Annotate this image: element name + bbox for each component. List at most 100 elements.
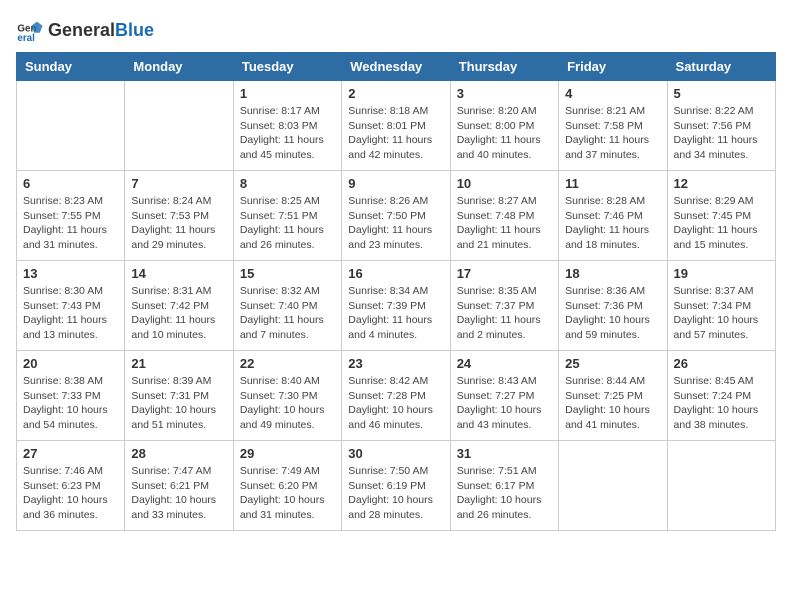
day-cell-24: 24Sunrise: 8:43 AM Sunset: 7:27 PM Dayli… <box>450 351 558 441</box>
calendar-header-row: SundayMondayTuesdayWednesdayThursdayFrid… <box>17 53 776 81</box>
svg-text:eral: eral <box>17 33 35 44</box>
page-header: Gen eral GeneralBlue <box>16 16 776 44</box>
day-number: 27 <box>23 446 118 461</box>
week-row-5: 27 Sunrise: 7:46 AM Sunset: 6:23 PM Dayli… <box>17 441 776 531</box>
day-info: Sunrise: 7:50 AM Sunset: 6:19 PM Dayligh… <box>348 464 443 523</box>
day-cell-31: 31 Sunrise: 7:51 AM Sunset: 6:17 PM Dayli… <box>450 441 558 531</box>
day-info: Sunrise: 8:42 AM Sunset: 7:28 PM Dayligh… <box>348 374 443 433</box>
day-number: 26 <box>674 356 769 371</box>
column-header-wednesday: Wednesday <box>342 53 450 81</box>
day-cell-13: 13Sunrise: 8:30 AM Sunset: 7:43 PM Dayli… <box>17 261 125 351</box>
day-cell-4: 4 Sunrise: 8:21 AM Sunset: 7:58 PM Daylig… <box>559 81 667 171</box>
day-cell-21: 21 Sunrise: 8:39 AM Sunset: 7:31 PM Dayli… <box>125 351 233 441</box>
day-info: Sunrise: 8:25 AM Sunset: 7:51 PM Dayligh… <box>240 194 335 253</box>
calendar-table: SundayMondayTuesdayWednesdayThursdayFrid… <box>16 52 776 531</box>
day-info: Sunrise: 8:37 AM Sunset: 7:34 PM Dayligh… <box>674 284 769 343</box>
day-info: Sunrise: 8:28 AM Sunset: 7:46 PM Dayligh… <box>565 194 660 253</box>
day-cell-22: 22 Sunrise: 8:40 AM Sunset: 7:30 PM Dayli… <box>233 351 341 441</box>
day-info: Sunrise: 8:39 AM Sunset: 7:31 PM Dayligh… <box>131 374 226 433</box>
day-number: 28 <box>131 446 226 461</box>
generalblue-logo-icon: Gen eral <box>16 16 44 44</box>
day-number: 31 <box>457 446 552 461</box>
day-info: Sunrise: 8:40 AM Sunset: 7:30 PM Dayligh… <box>240 374 335 433</box>
day-cell-16: 16 Sunrise: 8:34 AM Sunset: 7:39 PM Dayli… <box>342 261 450 351</box>
day-number: 12 <box>674 176 769 191</box>
column-header-tuesday: Tuesday <box>233 53 341 81</box>
day-number: 16 <box>348 266 443 281</box>
day-info: Sunrise: 8:31 AM Sunset: 7:42 PM Dayligh… <box>131 284 226 343</box>
day-info: Sunrise: 8:34 AM Sunset: 7:39 PM Dayligh… <box>348 284 443 343</box>
day-info: Sunrise: 8:21 AM Sunset: 7:58 PM Dayligh… <box>565 104 660 163</box>
day-cell-26: 26 Sunrise: 8:45 AM Sunset: 7:24 PM Dayli… <box>667 351 775 441</box>
day-info: Sunrise: 8:22 AM Sunset: 7:56 PM Dayligh… <box>674 104 769 163</box>
day-info: Sunrise: 8:29 AM Sunset: 7:45 PM Dayligh… <box>674 194 769 253</box>
empty-cell <box>125 81 233 171</box>
day-number: 22 <box>240 356 335 371</box>
column-header-friday: Friday <box>559 53 667 81</box>
day-number: 3 <box>457 86 552 101</box>
day-number: 23 <box>348 356 443 371</box>
day-number: 24 <box>457 356 552 371</box>
day-cell-1: 1 Sunrise: 8:17 AM Sunset: 8:03 PM Daylig… <box>233 81 341 171</box>
day-info: Sunrise: 7:49 AM Sunset: 6:20 PM Dayligh… <box>240 464 335 523</box>
day-info: Sunrise: 8:36 AM Sunset: 7:36 PM Dayligh… <box>565 284 660 343</box>
day-number: 2 <box>348 86 443 101</box>
day-cell-14: 14 Sunrise: 8:31 AM Sunset: 7:42 PM Dayli… <box>125 261 233 351</box>
day-info: Sunrise: 8:27 AM Sunset: 7:48 PM Dayligh… <box>457 194 552 253</box>
day-cell-30: 30 Sunrise: 7:50 AM Sunset: 6:19 PM Dayli… <box>342 441 450 531</box>
day-number: 25 <box>565 356 660 371</box>
day-cell-9: 9 Sunrise: 8:26 AM Sunset: 7:50 PM Daylig… <box>342 171 450 261</box>
logo: Gen eral GeneralBlue <box>16 16 154 44</box>
day-number: 29 <box>240 446 335 461</box>
day-number: 14 <box>131 266 226 281</box>
day-info: Sunrise: 8:24 AM Sunset: 7:53 PM Dayligh… <box>131 194 226 253</box>
day-number: 30 <box>348 446 443 461</box>
day-number: 6 <box>23 176 118 191</box>
day-number: 19 <box>674 266 769 281</box>
day-cell-28: 28 Sunrise: 7:47 AM Sunset: 6:21 PM Dayli… <box>125 441 233 531</box>
logo-general-text: General <box>48 20 115 40</box>
day-number: 10 <box>457 176 552 191</box>
week-row-4: 20 Sunrise: 8:38 AM Sunset: 7:33 PM Dayli… <box>17 351 776 441</box>
column-header-monday: Monday <box>125 53 233 81</box>
day-cell-23: 23 Sunrise: 8:42 AM Sunset: 7:28 PM Dayli… <box>342 351 450 441</box>
day-info: Sunrise: 8:17 AM Sunset: 8:03 PM Dayligh… <box>240 104 335 163</box>
day-number: 1 <box>240 86 335 101</box>
day-cell-17: 17Sunrise: 8:35 AM Sunset: 7:37 PM Dayli… <box>450 261 558 351</box>
day-number: 21 <box>131 356 226 371</box>
day-info: Sunrise: 8:23 AM Sunset: 7:55 PM Dayligh… <box>23 194 118 253</box>
day-cell-6: 6 Sunrise: 8:23 AM Sunset: 7:55 PM Daylig… <box>17 171 125 261</box>
day-info: Sunrise: 7:47 AM Sunset: 6:21 PM Dayligh… <box>131 464 226 523</box>
day-number: 20 <box>23 356 118 371</box>
day-cell-15: 15Sunrise: 8:32 AM Sunset: 7:40 PM Dayli… <box>233 261 341 351</box>
column-header-thursday: Thursday <box>450 53 558 81</box>
week-row-1: 1 Sunrise: 8:17 AM Sunset: 8:03 PM Daylig… <box>17 81 776 171</box>
day-info: Sunrise: 8:20 AM Sunset: 8:00 PM Dayligh… <box>457 104 552 163</box>
day-cell-8: 8Sunrise: 8:25 AM Sunset: 7:51 PM Daylig… <box>233 171 341 261</box>
week-row-3: 13Sunrise: 8:30 AM Sunset: 7:43 PM Dayli… <box>17 261 776 351</box>
day-cell-27: 27 Sunrise: 7:46 AM Sunset: 6:23 PM Dayli… <box>17 441 125 531</box>
column-header-sunday: Sunday <box>17 53 125 81</box>
day-number: 4 <box>565 86 660 101</box>
day-number: 11 <box>565 176 660 191</box>
day-cell-5: 5 Sunrise: 8:22 AM Sunset: 7:56 PM Daylig… <box>667 81 775 171</box>
day-cell-19: 19 Sunrise: 8:37 AM Sunset: 7:34 PM Dayli… <box>667 261 775 351</box>
day-cell-3: 3 Sunrise: 8:20 AM Sunset: 8:00 PM Daylig… <box>450 81 558 171</box>
logo-blue-text: Blue <box>115 20 154 40</box>
empty-cell <box>559 441 667 531</box>
day-info: Sunrise: 8:44 AM Sunset: 7:25 PM Dayligh… <box>565 374 660 433</box>
day-cell-25: 25 Sunrise: 8:44 AM Sunset: 7:25 PM Dayli… <box>559 351 667 441</box>
day-info: Sunrise: 8:18 AM Sunset: 8:01 PM Dayligh… <box>348 104 443 163</box>
day-info: Sunrise: 7:51 AM Sunset: 6:17 PM Dayligh… <box>457 464 552 523</box>
day-cell-18: 18Sunrise: 8:36 AM Sunset: 7:36 PM Dayli… <box>559 261 667 351</box>
empty-cell <box>17 81 125 171</box>
day-info: Sunrise: 8:45 AM Sunset: 7:24 PM Dayligh… <box>674 374 769 433</box>
day-info: Sunrise: 7:46 AM Sunset: 6:23 PM Dayligh… <box>23 464 118 523</box>
day-number: 5 <box>674 86 769 101</box>
day-number: 9 <box>348 176 443 191</box>
day-info: Sunrise: 8:38 AM Sunset: 7:33 PM Dayligh… <box>23 374 118 433</box>
day-info: Sunrise: 8:26 AM Sunset: 7:50 PM Dayligh… <box>348 194 443 253</box>
day-cell-29: 29 Sunrise: 7:49 AM Sunset: 6:20 PM Dayli… <box>233 441 341 531</box>
day-cell-11: 11 Sunrise: 8:28 AM Sunset: 7:46 PM Dayli… <box>559 171 667 261</box>
day-info: Sunrise: 8:32 AM Sunset: 7:40 PM Dayligh… <box>240 284 335 343</box>
